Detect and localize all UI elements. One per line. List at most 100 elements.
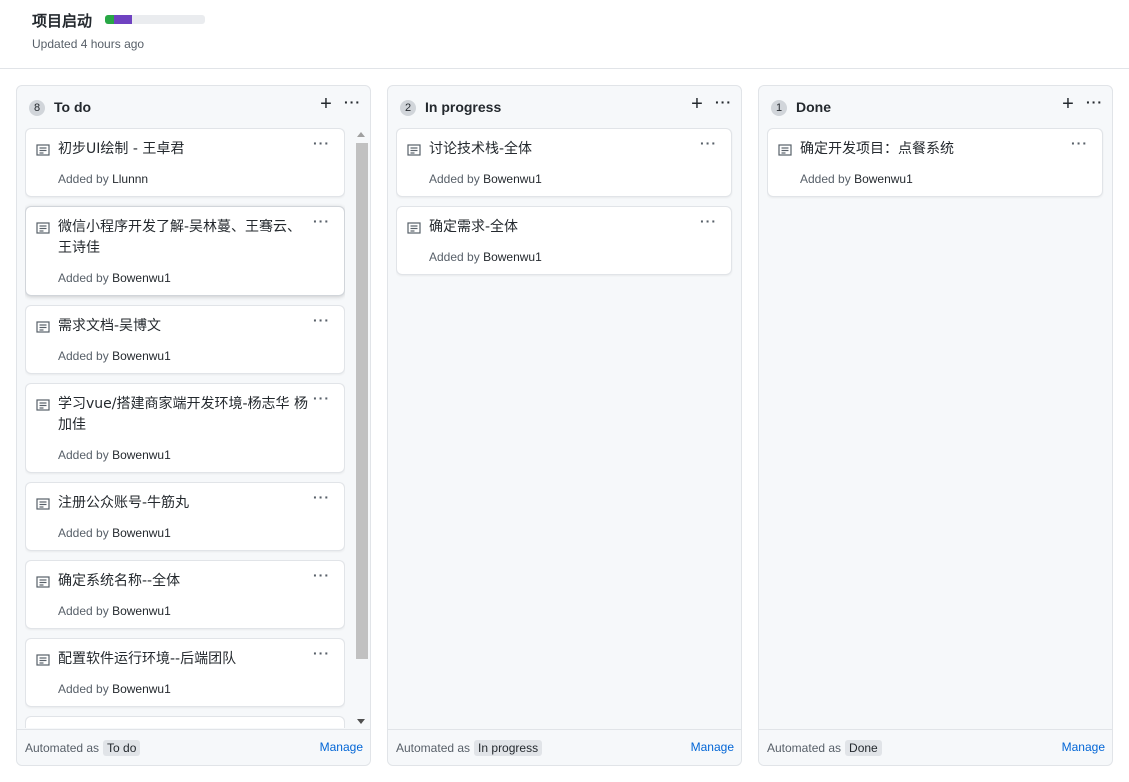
column-card-count: 2 [400, 100, 416, 116]
added-by-user[interactable]: Bowenwu1 [854, 172, 913, 186]
automation-chip: Done [845, 740, 882, 756]
note-icon [36, 399, 50, 411]
added-by-user[interactable]: Llunnn [112, 172, 148, 186]
manage-link[interactable]: Manage [320, 740, 363, 754]
card-title[interactable]: 配置软件运行环境--后端团队 [58, 649, 308, 670]
card-title[interactable]: 微信小程序开发了解-吴林蔓、王骞云、王诗佳 [58, 217, 308, 259]
kebab-menu-icon[interactable]: ··· [344, 94, 360, 112]
added-by-user[interactable]: Bowenwu1 [483, 250, 542, 264]
column-header: 1 Done + ··· [759, 86, 1112, 128]
progress-done-segment [105, 15, 114, 24]
project-progress-bar [105, 15, 205, 24]
card-meta: Added by Bowenwu1 [58, 349, 171, 363]
note-icon [36, 222, 50, 234]
automated-as-text: Automated as [396, 741, 471, 755]
scrollbar[interactable] [354, 128, 368, 728]
column-title: In progress [425, 99, 502, 115]
card-list: 初步UI绘制 - 王卓君 ··· Added by Llunnn 微信小程序开发… [25, 128, 345, 728]
kebab-menu-icon[interactable]: ··· [715, 94, 731, 112]
card-title[interactable]: 确定需求-全体 [429, 217, 679, 238]
automation-label: Automated as In progress [396, 740, 543, 756]
card-menu-icon[interactable]: ··· [313, 312, 330, 328]
card-menu-icon[interactable]: ··· [313, 213, 330, 229]
card-menu-icon[interactable]: ··· [313, 645, 330, 661]
card-menu-icon[interactable]: ··· [1071, 135, 1088, 151]
column-card-count: 1 [771, 100, 787, 116]
kebab-menu-icon[interactable]: ··· [1086, 94, 1102, 112]
added-by-user[interactable]: Bowenwu1 [112, 526, 171, 540]
card-menu-icon[interactable]: ··· [313, 390, 330, 406]
added-by-label: Added by [58, 172, 109, 186]
card[interactable]: 微信小程序开发了解-吴林蔓、王骞云、王诗佳 ··· Added by Bowen… [25, 206, 345, 296]
column-footer: Automated as Done Manage [759, 729, 1112, 765]
progress-in-progress-segment [114, 15, 132, 24]
card[interactable]: 确定需求-全体 ··· Added by Bowenwu1 [396, 206, 732, 275]
card-title[interactable]: 注册公众账号-牛筋丸 [58, 493, 308, 514]
card[interactable]: 讨论技术栈-全体 ··· Added by Bowenwu1 [396, 128, 732, 197]
added-by-user[interactable]: Bowenwu1 [112, 448, 171, 462]
column-in-progress: 2 In progress + ··· 讨论技术栈-全体 ··· Added b… [387, 85, 742, 766]
card[interactable]: 注册公众账号-牛筋丸 ··· Added by Bowenwu1 [25, 482, 345, 551]
card-menu-icon[interactable]: ··· [313, 135, 330, 151]
added-by-label: Added by [58, 349, 109, 363]
card-title[interactable]: 确定系统名称--全体 [58, 571, 308, 592]
automated-as-text: Automated as [25, 741, 100, 755]
column-footer: Automated as In progress Manage [388, 729, 741, 765]
plus-icon[interactable]: + [318, 94, 334, 114]
card[interactable]: 学习vue/搭建商家端开发环境-杨志华 杨加佳 ··· Added by Bow… [25, 383, 345, 473]
plus-icon[interactable]: + [1060, 94, 1076, 114]
project-title: 项目启动 [32, 13, 93, 30]
added-by-user[interactable]: Bowenwu1 [112, 271, 171, 285]
added-by-user[interactable]: Bowenwu1 [483, 172, 542, 186]
added-by-label: Added by [58, 526, 109, 540]
added-by-label: Added by [800, 172, 851, 186]
note-icon [36, 144, 50, 156]
card[interactable]: 配置软件运行环境--后端团队 ··· Added by Bowenwu1 [25, 638, 345, 707]
note-icon [36, 654, 50, 666]
added-by-user[interactable]: Bowenwu1 [112, 349, 171, 363]
manage-link[interactable]: Manage [691, 740, 734, 754]
card-partial[interactable] [25, 716, 345, 728]
updated-timestamp: Updated 4 hours ago [32, 37, 145, 51]
automated-as-text: Automated as [767, 741, 842, 755]
added-by-label: Added by [58, 448, 109, 462]
card-menu-icon[interactable]: ··· [700, 135, 717, 151]
note-icon [36, 321, 50, 333]
card-title[interactable]: 确定开发项目：点餐系统 [800, 139, 1050, 160]
card-menu-icon[interactable]: ··· [313, 489, 330, 505]
plus-icon[interactable]: + [689, 94, 705, 114]
card-meta: Added by Bowenwu1 [429, 172, 542, 186]
note-icon [407, 222, 421, 234]
manage-link[interactable]: Manage [1062, 740, 1105, 754]
scroll-down-arrow-icon[interactable] [357, 719, 365, 724]
note-icon [407, 144, 421, 156]
automation-chip: To do [103, 740, 141, 756]
column-title: Done [796, 99, 831, 115]
card-meta: Added by Bowenwu1 [58, 682, 171, 696]
added-by-label: Added by [58, 604, 109, 618]
card-menu-icon[interactable]: ··· [700, 213, 717, 229]
note-icon [36, 498, 50, 510]
card-title[interactable]: 初步UI绘制 - 王卓君 [58, 139, 308, 160]
column-to-do: 8 To do + ··· 初步UI绘制 - 王卓君 ··· Added by … [16, 85, 371, 766]
added-by-user[interactable]: Bowenwu1 [112, 604, 171, 618]
card-title[interactable]: 需求文档-吴博文 [58, 316, 308, 337]
card-title[interactable]: 讨论技术栈-全体 [429, 139, 679, 160]
scroll-up-arrow-icon[interactable] [357, 132, 365, 137]
card[interactable]: 需求文档-吴博文 ··· Added by Bowenwu1 [25, 305, 345, 374]
column-done: 1 Done + ··· 确定开发项目：点餐系统 ··· Added by Bo… [758, 85, 1113, 766]
card-menu-icon[interactable]: ··· [313, 567, 330, 583]
card[interactable]: 确定开发项目：点餐系统 ··· Added by Bowenwu1 [767, 128, 1103, 197]
scroll-thumb[interactable] [356, 143, 368, 659]
card[interactable]: 确定系统名称--全体 ··· Added by Bowenwu1 [25, 560, 345, 629]
automation-label: Automated as To do [25, 740, 141, 756]
column-title: To do [54, 99, 92, 115]
card[interactable]: 初步UI绘制 - 王卓君 ··· Added by Llunnn [25, 128, 345, 197]
column-footer: Automated as To do Manage [17, 729, 370, 765]
card-title[interactable]: 学习vue/搭建商家端开发环境-杨志华 杨加佳 [58, 394, 308, 436]
automation-label: Automated as Done [767, 740, 882, 756]
card-meta: Added by Bowenwu1 [58, 448, 171, 462]
note-icon [36, 576, 50, 588]
added-by-label: Added by [429, 250, 480, 264]
added-by-user[interactable]: Bowenwu1 [112, 682, 171, 696]
